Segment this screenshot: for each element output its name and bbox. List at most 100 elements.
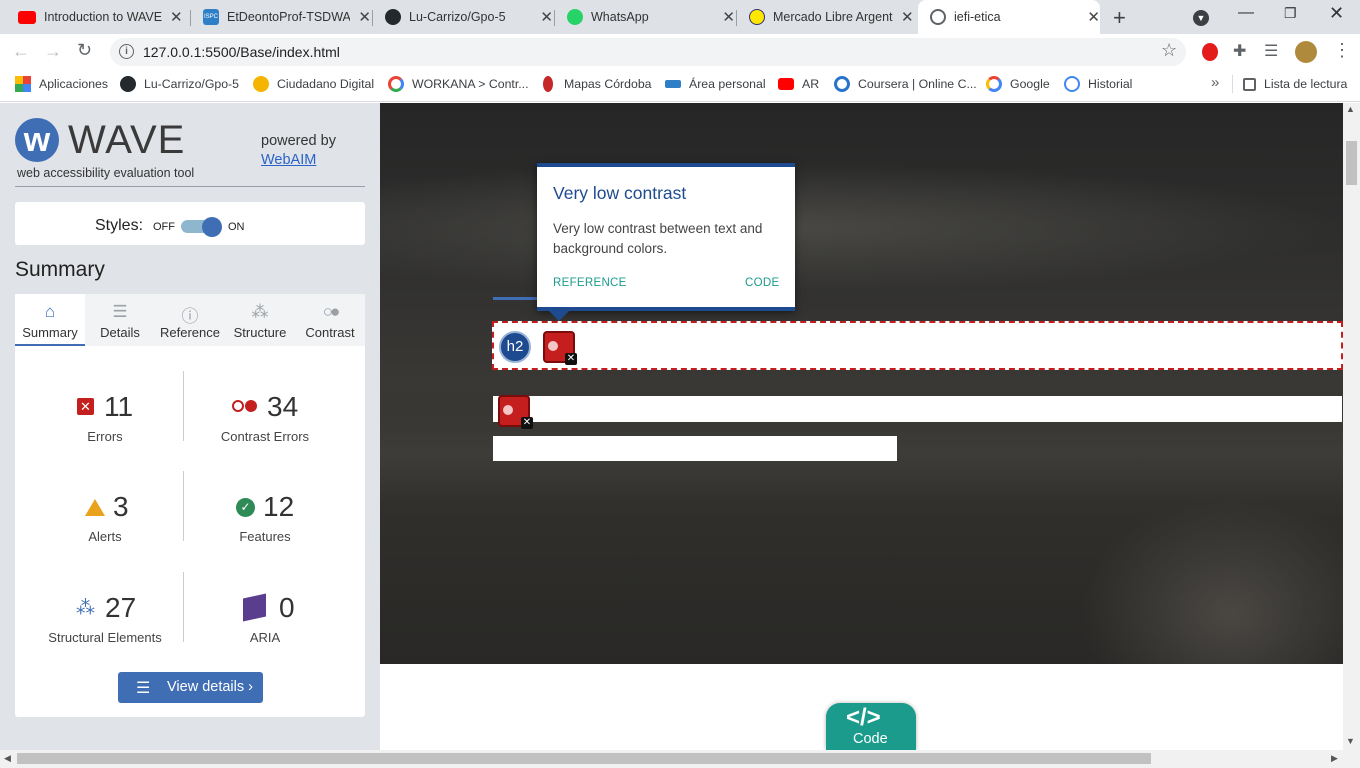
tab-title: iefi-etica — [954, 10, 1001, 24]
scroll-left-icon[interactable]: ◀ — [4, 753, 11, 764]
reading-list-button[interactable]: Lista de lectura — [1243, 76, 1347, 92]
browser-tab-5[interactable]: Mercado Libre Argentina ✕ — [737, 0, 917, 34]
features-count: 12 — [263, 491, 295, 522]
bookmark-star-icon[interactable]: ☆ — [1161, 40, 1177, 61]
contrast-error-badge-dot — [548, 341, 558, 351]
section-title: Summary — [15, 258, 105, 281]
structure-icon: ⁂ — [251, 302, 269, 321]
text-row — [493, 396, 1342, 422]
popup-code-link[interactable]: CODE — [745, 277, 779, 289]
mercadolibre-icon — [749, 9, 765, 25]
close-icon: ✕ — [521, 417, 533, 429]
extensions-puzzle-icon[interactable]: ✚ — [1233, 41, 1246, 61]
tab-title: Introduction to WAVE — [44, 10, 162, 24]
browser-menu-icon[interactable]: ⋮ — [1333, 40, 1351, 61]
bookmark-item[interactable]: Área personal — [665, 76, 766, 92]
back-icon[interactable]: ← — [12, 41, 30, 62]
alert-icon — [85, 499, 105, 516]
tab-summary[interactable]: ⌂ Summary — [15, 294, 85, 346]
forward-icon[interactable]: → — [44, 41, 62, 62]
scroll-down-icon[interactable]: ▼ — [1346, 736, 1355, 746]
bookmark-item[interactable]: Coursera | Online C... — [834, 76, 977, 92]
bookmarks-overflow-icon[interactable]: » — [1211, 74, 1219, 91]
browser-tab-3[interactable]: Lu-Carrizo/Gpo-5 ✕ — [373, 0, 553, 34]
bookmark-item[interactable]: Mapas Córdoba — [540, 76, 652, 92]
scroll-up-icon[interactable]: ▲ — [1346, 104, 1355, 114]
popup-title: Very low contrast — [553, 183, 687, 203]
popup-reference-link[interactable]: REFERENCE — [553, 277, 627, 289]
errors-label: Errors — [87, 429, 123, 444]
site-info-icon[interactable]: i — [119, 44, 134, 59]
restore-icon[interactable]: ❐ — [1284, 5, 1297, 22]
close-tab-icon[interactable]: ✕ — [170, 8, 183, 26]
structural-count: 27 — [105, 592, 137, 623]
close-tab-icon[interactable]: ✕ — [722, 8, 735, 26]
browser-tab-4[interactable]: WhatsApp ✕ — [555, 0, 735, 34]
error-icon: ✕ — [77, 398, 94, 415]
vertical-scrollbar[interactable] — [1343, 103, 1360, 750]
contrast-errors-label: Contrast Errors — [220, 429, 310, 444]
hero-background-image — [380, 103, 1343, 664]
minimize-icon[interactable]: — — [1238, 4, 1254, 22]
browser-tab-2[interactable]: ISPC EtDeontoProf-TSDWAD ✕ — [191, 0, 371, 34]
scroll-right-icon[interactable]: ▶ — [1331, 753, 1338, 764]
summary-card — [15, 294, 365, 717]
google-icon — [986, 76, 1002, 92]
close-tab-icon[interactable]: ✕ — [540, 8, 553, 26]
styles-off-label: OFF — [153, 221, 175, 233]
errors-count: 11 — [104, 391, 134, 422]
avatar[interactable] — [1295, 41, 1317, 63]
alerts-count: 3 — [113, 491, 129, 522]
vertical-scroll-thumb[interactable] — [1346, 141, 1357, 185]
close-window-icon[interactable]: ✕ — [1329, 3, 1344, 24]
bookmark-item[interactable]: Lu-Carrizo/Gpo-5 — [120, 76, 239, 92]
bookmark-item[interactable]: Aplicaciones — [15, 76, 108, 92]
webaim-link[interactable]: WebAIM — [261, 152, 316, 168]
new-tab-icon[interactable]: + — [1113, 5, 1126, 31]
media-queue-icon[interactable]: ☰ — [1264, 41, 1278, 61]
code-toggle-label[interactable]: Code — [853, 731, 888, 747]
contrast-errors-count: 34 — [267, 391, 299, 422]
contrast-error-badge-dot — [503, 405, 513, 415]
close-tab-icon[interactable]: ✕ — [901, 8, 914, 26]
browser-tab-1[interactable]: Introduction to WAVE ✕ — [0, 0, 190, 34]
browser-tab-active[interactable]: iefi-etica ✕ — [918, 0, 1100, 34]
bookmark-item[interactable]: Ciudadano Digital — [253, 76, 374, 92]
underline-accent — [493, 297, 540, 300]
reload-icon[interactable]: ↻ — [77, 40, 92, 61]
reading-list-icon — [1243, 77, 1256, 91]
url-text[interactable]: 127.0.0.1:5500/Base/index.html — [143, 44, 340, 60]
wave-tagline: web accessibility evaluation tool — [17, 166, 195, 180]
h2-badge-icon[interactable]: h2 — [499, 331, 531, 363]
structural-label: Structural Elements — [48, 630, 162, 645]
horizontal-scroll-thumb[interactable] — [17, 753, 1151, 764]
contrast-error-icon — [232, 400, 244, 412]
bookmark-item[interactable]: Google — [986, 76, 1050, 92]
tab-title: Lu-Carrizo/Gpo-5 — [409, 10, 506, 24]
view-details-label[interactable]: View details › — [167, 679, 253, 695]
divider — [15, 186, 365, 187]
powered-by-label: powered by — [261, 133, 336, 149]
bookmark-item[interactable]: AR — [778, 76, 819, 92]
whatsapp-icon — [567, 9, 583, 25]
tab-reference[interactable]: ⓘ Reference — [155, 294, 225, 346]
github-icon — [120, 76, 136, 92]
coursera-icon — [834, 76, 850, 92]
tab-search-icon[interactable]: ▼ — [1193, 10, 1209, 26]
info-icon: ⓘ — [181, 307, 199, 326]
tab-title: EtDeontoProf-TSDWAD — [227, 10, 351, 24]
bookmark-item[interactable]: WORKANA > Contr... — [388, 76, 529, 92]
github-icon — [385, 9, 401, 25]
youtube-icon — [18, 10, 36, 24]
tab-title: WhatsApp — [591, 10, 649, 24]
tab-structure[interactable]: ⁂ Structure — [225, 294, 295, 346]
close-tab-icon[interactable]: ✕ — [358, 8, 371, 26]
code-icon: </> — [846, 704, 881, 731]
bookmark-item[interactable]: Historial — [1064, 76, 1132, 92]
opera-extension-icon[interactable] — [1202, 43, 1218, 61]
close-tab-icon[interactable]: ✕ — [1087, 8, 1100, 26]
home-icon: ⌂ — [44, 302, 56, 321]
tab-details[interactable]: ☰ Details — [85, 294, 155, 346]
styles-toggle-knob[interactable] — [202, 217, 222, 237]
tab-contrast[interactable]: ○● Contrast — [295, 294, 365, 346]
